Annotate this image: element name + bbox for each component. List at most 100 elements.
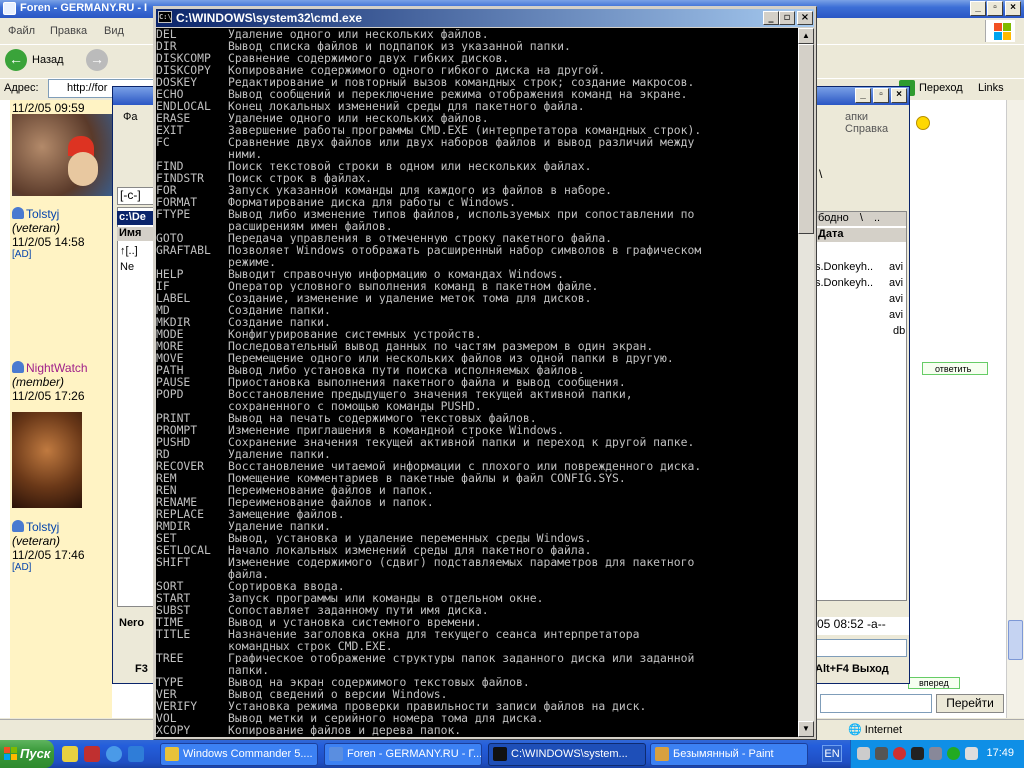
goto-input[interactable] xyxy=(820,694,932,713)
user-icon xyxy=(12,520,24,532)
taskbar-button[interactable]: Foren - GERMANY.RU - Г... xyxy=(324,743,482,766)
console-line: HELP Выводит справочную информацию о кома… xyxy=(156,268,798,280)
minimize-icon[interactable]: _ xyxy=(763,11,779,25)
back-button-label[interactable]: Назад xyxy=(32,54,64,66)
reply-button[interactable]: ответить xyxy=(922,362,988,375)
tray-icon[interactable] xyxy=(857,747,870,760)
alt-f4-exit-button[interactable]: Alt+F4 Выход xyxy=(815,663,889,675)
command-description: Изменение приглашения в командной строке… xyxy=(228,424,565,436)
start-label: Пуск xyxy=(20,746,51,761)
tray-icon[interactable] xyxy=(893,747,906,760)
command-description: Выводит справочную информацию о командах… xyxy=(228,268,565,280)
command-line-input[interactable] xyxy=(815,639,907,657)
minimize-icon[interactable]: _ xyxy=(855,88,871,103)
forward-link[interactable]: вперед xyxy=(908,677,960,689)
command-name: TREE xyxy=(156,652,184,664)
command-description: Создание папки. xyxy=(228,304,331,316)
taskbar-button-label: Безымянный - Paint xyxy=(673,748,774,760)
close-icon[interactable]: × xyxy=(891,88,907,103)
menu-file[interactable]: Файл xyxy=(8,25,35,37)
commander-menu[interactable]: Фа xyxy=(123,111,137,123)
quicklaunch-icon[interactable] xyxy=(62,746,78,762)
menu-edit[interactable]: Правка xyxy=(50,25,87,37)
clock[interactable]: 17:49 xyxy=(986,747,1014,759)
goto-button[interactable]: Перейти xyxy=(936,694,1004,713)
command-name: DISKCOPY xyxy=(156,64,211,76)
console-line: PROMPT Изменение приглашения в командной … xyxy=(156,424,798,436)
column-date-header[interactable]: Дата xyxy=(816,228,906,242)
restore-icon[interactable]: ▫ xyxy=(779,11,795,25)
post-author[interactable]: Tolstyj xyxy=(26,207,59,221)
scrollbar-thumb[interactable] xyxy=(1008,620,1023,660)
console-line: SET Вывод, установка и удаление переменны… xyxy=(156,532,798,544)
taskbar-button[interactable]: C:\WINDOWS\system... xyxy=(488,743,646,766)
drive-selector[interactable]: [-c-] xyxy=(117,187,157,205)
console-scrollbar[interactable]: ▲ ▼ xyxy=(798,28,814,737)
file-row[interactable]: Ne xyxy=(120,261,134,273)
console-line: MKDIR Создание папки. xyxy=(156,316,798,328)
go-button-label: Переход xyxy=(919,82,963,94)
file-row[interactable]: s.Donkeyh.. xyxy=(815,261,885,273)
column-name-header[interactable]: Имя xyxy=(117,227,157,241)
command-name: VER xyxy=(156,688,177,700)
command-description: сохраненного с помощью команды PUSHD. xyxy=(228,400,482,412)
command-description: ними. xyxy=(228,148,263,160)
links-button[interactable]: Links xyxy=(978,82,1004,94)
maximize-icon[interactable]: ▫ xyxy=(873,88,889,103)
root-button[interactable]: \ xyxy=(860,212,863,224)
command-name: SUBST xyxy=(156,604,191,616)
quicklaunch-icon[interactable] xyxy=(84,746,100,762)
commander-help-menu[interactable]: апки Справка xyxy=(845,111,909,135)
language-indicator[interactable]: EN xyxy=(822,745,842,762)
console-line: SETLOCAL Начало локальных изменений среды… xyxy=(156,544,798,556)
maximize-icon[interactable]: ▫ xyxy=(987,1,1003,16)
quicklaunch-icon[interactable] xyxy=(128,746,144,762)
command-name: TITLE xyxy=(156,628,191,640)
tray-icon[interactable] xyxy=(875,747,888,760)
ad-link[interactable]: [AD] xyxy=(12,562,85,573)
tray-icon[interactable] xyxy=(965,747,978,760)
f3-view-button[interactable]: F3 xyxy=(135,663,148,675)
post-author[interactable]: NightWatch xyxy=(26,361,88,375)
forum-post: NightWatch (member) 11/2/05 17:26 xyxy=(12,361,88,403)
console-output[interactable]: DEL Удаление одного или нескольких файлов… xyxy=(156,28,798,737)
command-description: Графическое отображение структуры папок … xyxy=(228,652,695,664)
tray-icon[interactable] xyxy=(929,747,942,760)
forward-arrow-icon[interactable]: → xyxy=(86,49,108,71)
console-line: MOVE Перемещение одного или нескольких фа… xyxy=(156,352,798,364)
taskbar-button[interactable]: Windows Commander 5.... xyxy=(160,743,318,766)
parent-button[interactable]: .. xyxy=(874,212,880,224)
system-tray: 17:49 xyxy=(850,740,1024,768)
scroll-up-icon[interactable]: ▲ xyxy=(798,28,814,44)
file-row[interactable]: ↑[..] xyxy=(120,245,138,257)
post-author[interactable]: Tolstyj xyxy=(26,520,59,534)
console-line: DISKCOMP Сравнение содержимого двух гибки… xyxy=(156,52,798,64)
command-name: PATH xyxy=(156,364,184,376)
ad-link[interactable]: [AD] xyxy=(12,249,85,260)
command-name: IF xyxy=(156,280,170,292)
console-line: FORMAT Форматирование диска для работы с … xyxy=(156,196,798,208)
scrollbar-thumb[interactable] xyxy=(798,44,814,234)
close-icon[interactable]: × xyxy=(1005,1,1021,16)
console-line: GRAFTABL Позволяет Windows отображать рас… xyxy=(156,244,798,256)
tray-icon[interactable] xyxy=(947,747,960,760)
command-description: Поиск текстовой строки в одном или неско… xyxy=(228,160,592,172)
command-name: START xyxy=(156,592,191,604)
minimize-icon[interactable]: _ xyxy=(970,1,986,16)
command-name: GOTO xyxy=(156,232,184,244)
start-button[interactable]: Пуск xyxy=(0,740,54,768)
command-name: DIR xyxy=(156,40,177,52)
back-arrow-icon[interactable]: ← xyxy=(5,49,27,71)
tray-icon[interactable] xyxy=(911,747,924,760)
browser-scrollbar[interactable] xyxy=(1006,100,1024,718)
console-line: сохраненного с помощью команды PUSHD. xyxy=(156,400,798,412)
ie-icon[interactable] xyxy=(106,746,122,762)
avatar-face xyxy=(68,152,98,186)
scroll-down-icon[interactable]: ▼ xyxy=(798,721,814,737)
file-row[interactable]: s.Donkeyh.. xyxy=(815,277,885,289)
close-icon[interactable]: × xyxy=(797,11,813,25)
menu-view[interactable]: Вид xyxy=(104,25,124,37)
taskbar-button[interactable]: Безымянный - Paint xyxy=(650,743,808,766)
cmd-title-bar[interactable]: C:\ C:\WINDOWS\system32\cmd.exe xyxy=(156,9,814,27)
command-description: Запуск указанной команды для каждого из … xyxy=(228,184,613,196)
